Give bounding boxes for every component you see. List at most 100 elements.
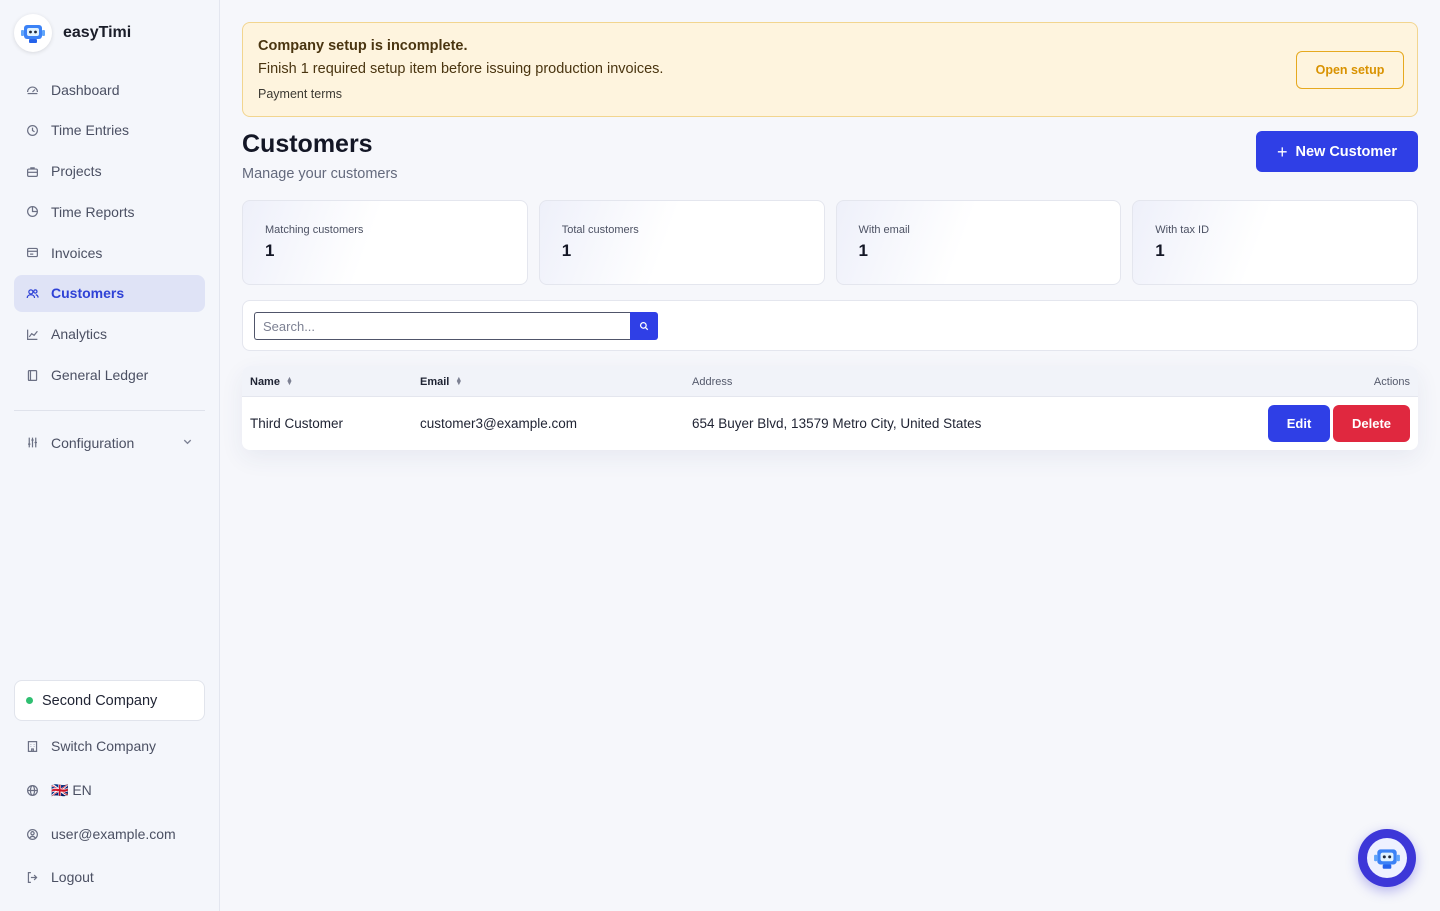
sidebar-item-time-reports[interactable]: Time Reports [14, 193, 205, 230]
brand[interactable]: easyTimi [14, 14, 131, 52]
edit-button[interactable]: Edit [1268, 405, 1330, 442]
stat-value: 1 [265, 241, 275, 260]
sidebar-item-label: Invoices [51, 244, 103, 261]
cell-address: 654 Buyer Blvd, 13579 Metro City, United… [692, 416, 982, 431]
open-setup-button[interactable]: Open setup [1296, 51, 1404, 89]
setup-warning-banner: Company setup is incomplete. Finish 1 re… [242, 22, 1418, 117]
sidebar-item-label: Analytics [51, 326, 108, 343]
language-wrapper: 🇬🇧 EN [14, 778, 205, 802]
dashboard-icon [26, 83, 39, 96]
sort-icon: ▲ ▼ [285, 376, 293, 387]
search-icon [639, 321, 649, 331]
stat-value: 1 [1155, 241, 1165, 260]
book-icon [26, 369, 39, 382]
customers-table: Name ▲ ▼ Email ▲ ▼ Address Actions Third C… [242, 366, 1418, 450]
column-label: Address [692, 376, 733, 388]
column-header-email[interactable]: Email ▲ ▼ [420, 376, 462, 388]
status-dot [26, 697, 33, 704]
column-header-name[interactable]: Name ▲ ▼ [250, 376, 293, 388]
sidebar-item-projects[interactable]: Projects [14, 153, 205, 190]
stat-card-with-email: With email 1 [835, 200, 1122, 285]
briefcase-icon [26, 165, 39, 178]
stats-row: Matching customers 1 Total customers 1 W… [242, 200, 1418, 285]
column-label: Email [420, 376, 450, 388]
banner-missing-item: Payment terms [258, 87, 343, 101]
line-chart-icon [26, 328, 39, 341]
language-label: 🇬🇧 EN [51, 781, 92, 798]
stat-card-with-tax-id: With tax ID 1 [1132, 200, 1418, 285]
language-selector[interactable]: 🇬🇧 EN [14, 778, 205, 802]
page-title: Customers [242, 130, 373, 158]
plus-icon: + [1276, 141, 1288, 162]
sidebar-item-label: General Ledger [51, 367, 149, 384]
logout-label: Logout [51, 869, 94, 885]
sidebar-item-label: Configuration [51, 434, 135, 451]
page-subtitle: Manage your customers [242, 166, 398, 182]
stat-label: Matching customers [265, 224, 364, 236]
assistant-robot-icon [1367, 838, 1407, 878]
delete-button[interactable]: Delete [1333, 405, 1410, 442]
sidebar-item-label: Time Reports [51, 203, 135, 220]
new-customer-label: New Customer [1295, 143, 1398, 160]
globe-icon [26, 784, 39, 797]
search-input[interactable] [254, 312, 631, 340]
stat-value: 1 [561, 241, 572, 260]
logout-button[interactable]: Logout [14, 865, 205, 889]
banner-title: Company setup is incomplete. [258, 38, 468, 54]
user-email: user@example.com [51, 826, 176, 842]
switch-company-button[interactable]: Switch Company [14, 734, 205, 758]
cell-email: customer3@example.com [420, 416, 578, 431]
stat-label: With email [858, 224, 910, 236]
app-logo-icon [14, 14, 52, 52]
new-customer-button[interactable]: + New Customer [1256, 131, 1418, 172]
column-label: Name [250, 376, 280, 388]
column-label: Actions [1373, 376, 1410, 388]
clock-icon [26, 124, 39, 137]
sidebar-item-dashboard[interactable]: Dashboard [14, 71, 205, 108]
stat-card-total: Total customers 1 [538, 200, 825, 285]
stat-label: With tax ID [1155, 224, 1210, 236]
sort-icon: ▲ ▼ [455, 376, 463, 387]
logout-wrapper: Logout [14, 865, 205, 889]
banner-text: Finish 1 required setup item before issu… [258, 61, 664, 77]
switch-company-label: Switch Company [51, 738, 157, 754]
search-button[interactable] [630, 312, 658, 340]
sidebar-item-analytics[interactable]: Analytics [14, 316, 205, 353]
logout-icon [26, 871, 39, 884]
user-wrapper: user@example.com [14, 822, 205, 846]
stat-value: 1 [858, 241, 868, 260]
sidebar-item-invoices[interactable]: Invoices [14, 234, 205, 271]
stat-label: Total customers [561, 224, 639, 236]
chevron-down-icon [182, 436, 193, 450]
sidebar-nav: Dashboard Time Entries Projects Time Rep… [14, 71, 205, 397]
table-header: Name ▲ ▼ Email ▲ ▼ Address Actions [242, 366, 1418, 397]
sidebar-item-label: Time Entries [51, 122, 130, 139]
pie-chart-icon [26, 205, 39, 218]
sidebar-item-label: Projects [51, 163, 102, 180]
sliders-icon [26, 436, 39, 449]
invoice-icon [26, 246, 39, 259]
sidebar-configuration: Configuration [14, 424, 205, 465]
current-company[interactable]: Second Company [14, 680, 205, 721]
column-header-actions: Actions [1374, 376, 1410, 388]
app-name: easyTimi [63, 24, 132, 41]
switch-company-wrapper: Switch Company [14, 734, 205, 758]
company-name: Second Company [42, 692, 158, 709]
sidebar-item-label: Customers [51, 285, 125, 302]
sidebar: easyTimi Dashboard Time Entries Projects… [0, 0, 220, 911]
search-card [242, 300, 1418, 351]
building-icon [26, 740, 39, 753]
sidebar-item-time-entries[interactable]: Time Entries [14, 112, 205, 149]
sidebar-item-customers[interactable]: Customers [14, 274, 205, 312]
cell-name: Third Customer [250, 416, 344, 431]
sidebar-item-label: Dashboard [51, 81, 120, 98]
stat-card-matching: Matching customers 1 [242, 200, 528, 285]
sidebar-item-general-ledger[interactable]: General Ledger [14, 357, 205, 394]
column-header-address: Address [692, 376, 732, 388]
sidebar-item-configuration[interactable]: Configuration [14, 424, 205, 461]
user-profile[interactable]: user@example.com [14, 822, 205, 846]
users-icon [26, 287, 39, 300]
assistant-chat-button[interactable] [1358, 829, 1416, 887]
user-circle-icon [26, 828, 39, 841]
sidebar-divider [14, 410, 205, 411]
